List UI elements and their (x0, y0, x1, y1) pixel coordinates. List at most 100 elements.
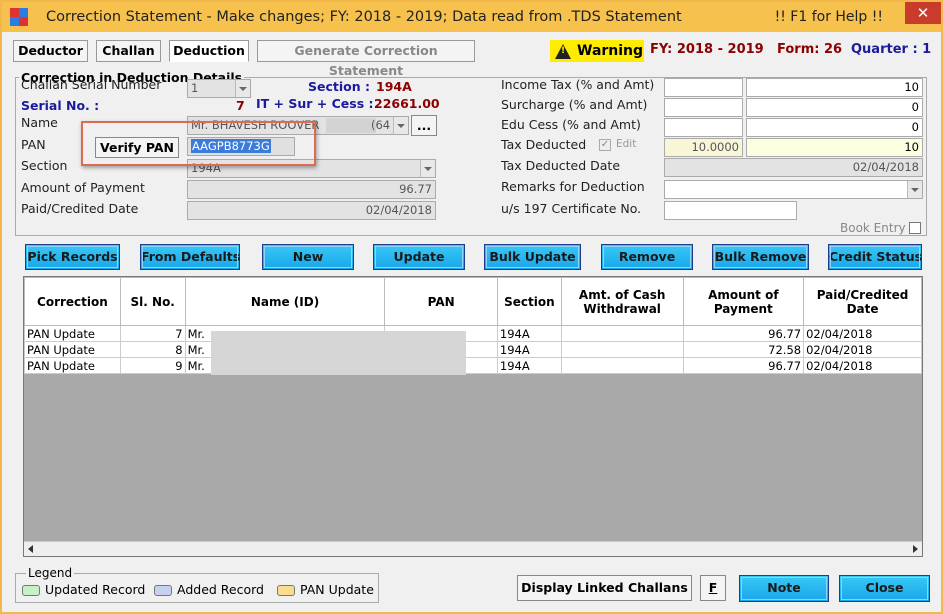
col-cash-withdrawal[interactable]: Amt. of Cash Withdrawal (560, 277, 684, 326)
surcharge-amt-field[interactable]: 0 (746, 98, 923, 117)
book-entry-label: Book Entry (840, 221, 906, 235)
tax-deducted-label: Tax Deducted (501, 137, 587, 152)
added-record-label: Added Record (177, 582, 264, 597)
edu-cess-label: Edu Cess (% and Amt) (501, 117, 641, 132)
edu-cess-rate-field[interactable] (664, 118, 743, 137)
chevron-down-icon (907, 181, 922, 198)
surcharge-label: Surcharge (% and Amt) (501, 97, 648, 112)
cell-correction: PAN Update (24, 325, 121, 342)
table-header-row: Correction Sl. No. Name (ID) PAN Section… (24, 277, 922, 326)
challan-serial-select[interactable]: 1 (187, 79, 251, 98)
cell-date: 02/04/2018 (803, 341, 922, 358)
name-lookup-button[interactable]: ... (411, 115, 437, 136)
tab-challan[interactable]: Challan (96, 40, 161, 62)
table-row[interactable]: PAN Update 7 Mr. 194A 96.77 02/04/2018 (24, 325, 922, 342)
main-content: Deductor Challan Deduction Generate Corr… (10, 34, 935, 608)
serial-no-label: Serial No. : (21, 98, 100, 113)
it-sur-cess-label: IT + Sur + Cess : (256, 96, 374, 111)
new-button[interactable]: New (262, 244, 354, 270)
paid-date-field[interactable]: 02/04/2018 (187, 201, 436, 220)
amount-field[interactable]: 96.77 (187, 180, 436, 199)
chevron-down-icon (235, 80, 250, 97)
note-button[interactable]: Note (739, 575, 829, 602)
cell-cash (560, 325, 684, 342)
income-tax-rate-field[interactable] (664, 78, 743, 97)
col-name-id[interactable]: Name (ID) (184, 277, 386, 326)
cell-amount: 96.77 (682, 357, 805, 374)
cell-date: 02/04/2018 (803, 357, 922, 374)
tab-deductor[interactable]: Deductor (13, 40, 88, 62)
cell-amount: 96.77 (682, 325, 805, 342)
col-amount[interactable]: Amount of Payment (682, 277, 805, 326)
quarter-label: Quarter : 1 (851, 42, 932, 57)
edit-label: Edit (616, 138, 637, 150)
cell-sl-no: 9 (119, 357, 186, 374)
cell-section: 194A (496, 357, 562, 374)
certificate-field[interactable] (664, 201, 797, 220)
window-close-button[interactable]: ✕ (905, 2, 941, 24)
bulk-remove-button[interactable]: Bulk Remove (712, 244, 809, 270)
book-entry-checkbox[interactable] (909, 222, 921, 234)
tax-deducted-date-label: Tax Deducted Date (501, 158, 621, 173)
warning-icon (555, 43, 571, 59)
updated-record-label: Updated Record (45, 582, 146, 597)
col-section[interactable]: Section (496, 277, 562, 326)
tab-generate-correction[interactable]: Generate Correction Statement (257, 40, 475, 78)
amount-label: Amount of Payment (21, 180, 145, 195)
bulk-update-button[interactable]: Bulk Update (484, 244, 581, 270)
cell-cash (560, 341, 684, 358)
edit-checkbox[interactable]: ✓ (599, 139, 611, 151)
section-label: Section (21, 158, 68, 173)
warning-button[interactable]: Warning (550, 40, 644, 62)
tax-deducted-rate-field[interactable]: 10.0000 (664, 138, 743, 157)
remove-button[interactable]: Remove (601, 244, 693, 270)
credit-status-button[interactable]: Credit Status (828, 244, 922, 270)
col-pan[interactable]: PAN (384, 277, 498, 326)
fy-label: FY: 2018 - 2019 (650, 42, 764, 57)
close-button[interactable]: Close (839, 575, 930, 602)
challan-serial-label: Challan Serial Number (21, 77, 162, 92)
col-paid-date[interactable]: Paid/Credited Date (803, 277, 922, 326)
tax-deducted-date-field[interactable]: 02/04/2018 (664, 158, 923, 177)
legend-title: Legend (26, 566, 75, 580)
col-correction[interactable]: Correction (24, 277, 121, 326)
remarks-select[interactable] (664, 180, 923, 199)
display-linked-challans-button[interactable]: Display Linked Challans (517, 575, 692, 601)
verify-pan-highlight (81, 121, 316, 166)
app-logo-icon (10, 8, 28, 26)
cell-cash (560, 357, 684, 374)
pick-records-button[interactable]: Pick Records (25, 244, 120, 270)
edu-cess-amt-field[interactable]: 0 (746, 118, 923, 137)
tax-deducted-amt-field[interactable]: 10 (746, 138, 923, 157)
tab-deduction[interactable]: Deduction (169, 40, 249, 62)
pan-update-swatch (277, 585, 295, 596)
redacted-block (326, 118, 376, 133)
surcharge-rate-field[interactable] (664, 98, 743, 117)
name-label: Name (21, 115, 58, 130)
col-sl-no[interactable]: Sl. No. (119, 277, 186, 326)
pan-update-label: PAN Update (300, 582, 374, 597)
help-hint: !! F1 for Help !! (774, 9, 883, 25)
scroll-left-icon[interactable] (28, 545, 33, 553)
table-row[interactable]: PAN Update 8 Mr. 194A 72.58 02/04/2018 (24, 341, 922, 358)
title-bar[interactable]: Correction Statement - Make changes; FY:… (2, 2, 941, 32)
cell-correction: PAN Update (24, 341, 121, 358)
window-title: Correction Statement - Make changes; FY:… (46, 9, 682, 25)
name-id: (64 (371, 118, 391, 132)
warning-label: Warning (577, 43, 644, 59)
from-defaults-button[interactable]: From Defaults (140, 244, 240, 270)
deduction-table[interactable]: Correction Sl. No. Name (ID) PAN Section… (23, 276, 923, 557)
scroll-right-icon[interactable] (913, 545, 918, 553)
update-button[interactable]: Update (373, 244, 465, 270)
challan-serial-value: 1 (191, 81, 199, 95)
cell-date: 02/04/2018 (803, 325, 922, 342)
income-tax-amt-field[interactable]: 10 (746, 78, 923, 97)
income-tax-label: Income Tax (% and Amt) (501, 77, 655, 92)
horizontal-scrollbar[interactable] (24, 541, 922, 556)
cell-amount: 72.58 (682, 341, 805, 358)
serial-no-value: 7 (236, 98, 245, 113)
table-row[interactable]: PAN Update 9 Mr. 194A 96.77 02/04/2018 (24, 357, 922, 374)
f-button[interactable]: F (700, 575, 726, 601)
form-label: Form: 26 (777, 42, 843, 57)
cell-sl-no: 7 (119, 325, 186, 342)
